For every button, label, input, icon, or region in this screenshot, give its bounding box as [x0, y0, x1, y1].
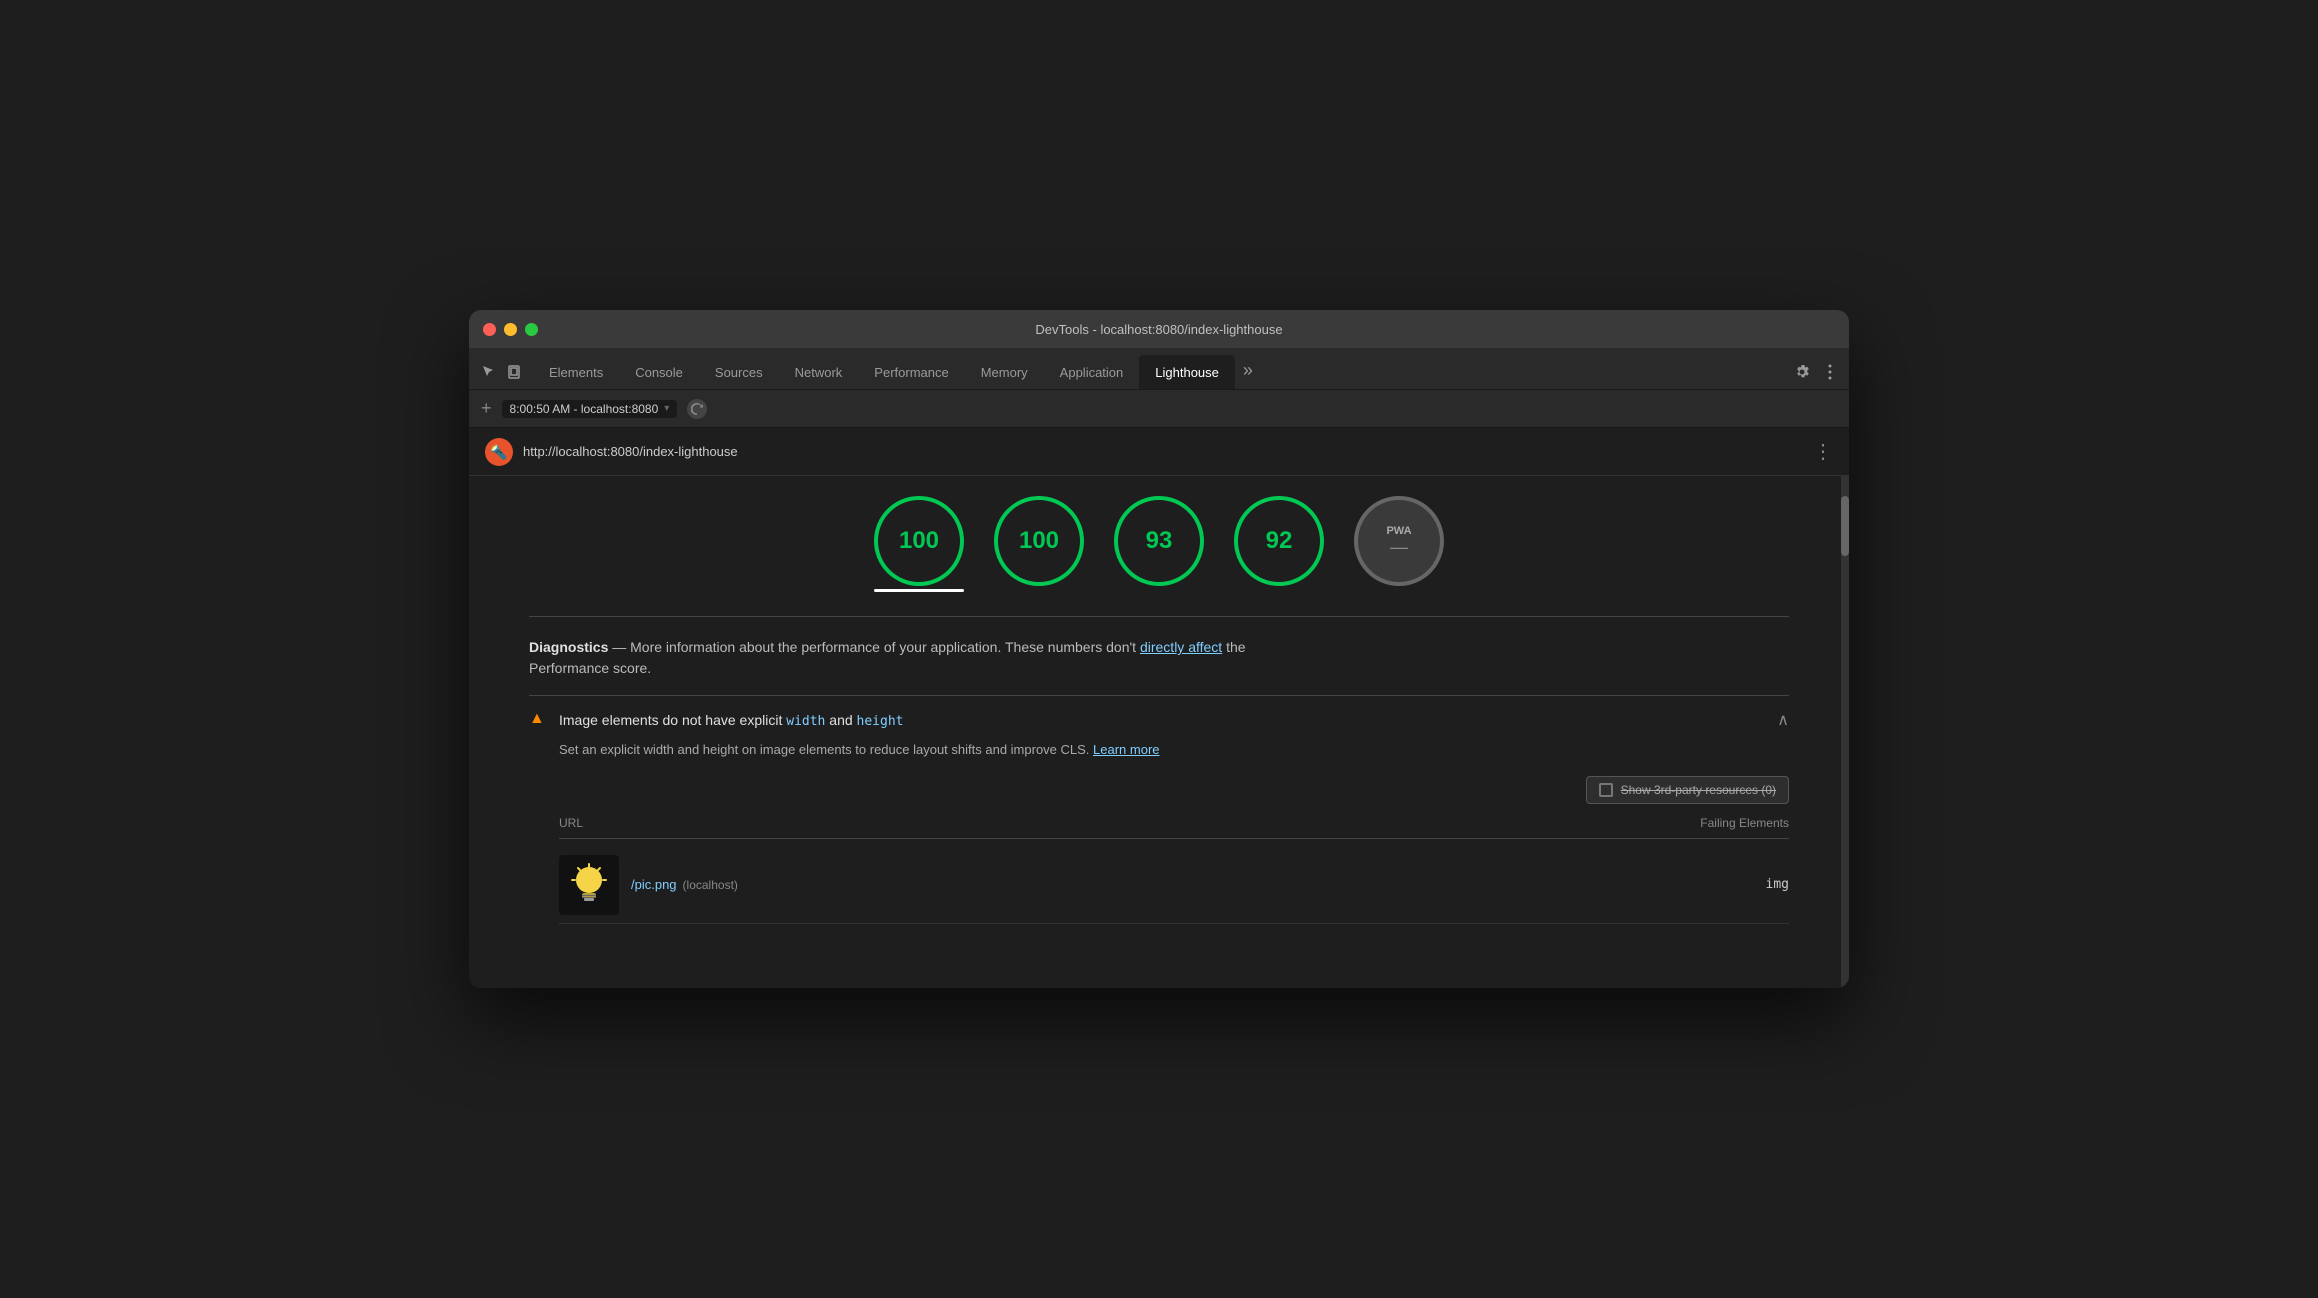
browser-window: DevTools - localhost:8080/index-lighthou…: [469, 310, 1849, 988]
row-thumbnail: [559, 855, 619, 915]
table-row: /pic.png (localhost) img: [559, 847, 1789, 924]
audit-code-width: width: [786, 714, 825, 729]
tab-memory[interactable]: Memory: [965, 355, 1044, 389]
tab-sources[interactable]: Sources: [699, 355, 779, 389]
audit-table: URL Failing Elements: [559, 816, 1789, 924]
pwa-label: PWA: [1386, 525, 1411, 537]
settings-icon[interactable]: [1791, 361, 1813, 383]
lighthouse-more-button[interactable]: ⋮: [1813, 439, 1833, 464]
tabs: Elements Console Sources Network Perform…: [533, 355, 1791, 389]
close-button[interactable]: [483, 323, 496, 336]
title-bar: DevTools - localhost:8080/index-lighthou…: [469, 310, 1849, 348]
minimize-button[interactable]: [504, 323, 517, 336]
diagnostics-section: Diagnostics — More information about the…: [529, 616, 1789, 938]
overflow-menu-icon[interactable]: [1819, 361, 1841, 383]
failing-column-header: Failing Elements: [909, 816, 1789, 830]
seo-score-value: 92: [1266, 527, 1293, 555]
tab-elements[interactable]: Elements: [533, 355, 619, 389]
third-party-row: Show 3rd-party resources (0): [559, 776, 1789, 804]
collapse-button[interactable]: ∧: [1777, 710, 1789, 730]
audit-description: Set an explicit width and height on imag…: [559, 740, 1789, 760]
pwa-dash: —: [1390, 537, 1408, 558]
best-practices-score-value: 93: [1146, 527, 1173, 555]
performance-score-value: 100: [899, 527, 939, 555]
window-title: DevTools - localhost:8080/index-lighthou…: [1035, 322, 1282, 337]
performance-score-circle[interactable]: 100: [874, 496, 964, 586]
row-url-column: /pic.png (localhost): [559, 855, 849, 915]
lighthouse-url: http://localhost:8080/index-lighthouse: [523, 444, 1813, 459]
diagnostics-label: Diagnostics: [529, 639, 608, 655]
scrollbar-track[interactable]: [1841, 476, 1849, 988]
row-failing-value: img: [849, 877, 1789, 892]
devtools-icons-right: [1791, 361, 1841, 389]
table-header-row: URL Failing Elements: [559, 816, 1789, 839]
address-bar[interactable]: 8:00:50 AM - localhost:8080 ▾: [502, 400, 678, 418]
traffic-lights: [483, 323, 538, 336]
show-third-party-checkbox[interactable]: Show 3rd-party resources (0): [1586, 776, 1789, 804]
row-url-host: (localhost): [683, 878, 738, 892]
tab-network[interactable]: Network: [779, 355, 859, 389]
accessibility-score-value: 100: [1019, 527, 1059, 555]
seo-score-circle[interactable]: 92: [1234, 496, 1324, 586]
audit-title: Image elements do not have explicit widt…: [559, 712, 904, 729]
checkbox-icon: [1599, 783, 1613, 797]
score-underline: [874, 589, 964, 592]
scrollbar-thumb[interactable]: [1841, 496, 1849, 556]
audit-header: ▲ Image elements do not have explicit wi…: [529, 710, 1789, 730]
url-column-header: URL: [559, 816, 909, 830]
inspect-icon[interactable]: [477, 361, 499, 383]
diagnostics-title-row: Diagnostics — More information about the…: [529, 637, 1789, 679]
svg-text:🔦: 🔦: [490, 444, 508, 461]
tab-bar: Elements Console Sources Network Perform…: [469, 348, 1849, 390]
fullscreen-button[interactable]: [525, 323, 538, 336]
pwa-score-circle[interactable]: PWA —: [1354, 496, 1444, 586]
best-practices-score-circle[interactable]: 93: [1114, 496, 1204, 586]
audit-code-height: height: [857, 714, 904, 729]
lightbulb-icon: [562, 858, 616, 912]
toolbar-bar: + 8:00:50 AM - localhost:8080 ▾: [469, 390, 1849, 428]
more-tabs-button[interactable]: »: [1235, 360, 1261, 389]
directly-affect-link[interactable]: directly affect: [1140, 639, 1222, 655]
lighthouse-logo-icon: 🔦: [485, 438, 513, 466]
diagnostics-description: Diagnostics — More information about the…: [529, 637, 1789, 658]
new-tab-button[interactable]: +: [481, 398, 492, 419]
scores-row: 100 100 93 92 PWA —: [529, 496, 1789, 586]
device-icon[interactable]: [503, 361, 525, 383]
tab-lighthouse[interactable]: Lighthouse: [1139, 355, 1235, 389]
main-content: 100 100 93 92 PWA —: [469, 476, 1849, 988]
tab-application[interactable]: Application: [1044, 355, 1140, 389]
third-party-label: Show 3rd-party resources (0): [1621, 783, 1776, 797]
tab-console[interactable]: Console: [619, 355, 699, 389]
lighthouse-header: 🔦 http://localhost:8080/index-lighthouse…: [469, 428, 1849, 476]
audit-item: ▲ Image elements do not have explicit wi…: [529, 695, 1789, 938]
row-url-link[interactable]: /pic.png: [631, 877, 677, 892]
audit-header-left: ▲ Image elements do not have explicit wi…: [529, 710, 904, 730]
accessibility-score-circle[interactable]: 100: [994, 496, 1084, 586]
tab-performance[interactable]: Performance: [858, 355, 964, 389]
reload-button[interactable]: [687, 399, 707, 419]
warning-icon: ▲: [529, 710, 549, 730]
devtools-icons-left: [477, 361, 525, 389]
learn-more-link[interactable]: Learn more: [1093, 742, 1159, 757]
address-chevron-icon: ▾: [664, 403, 669, 414]
